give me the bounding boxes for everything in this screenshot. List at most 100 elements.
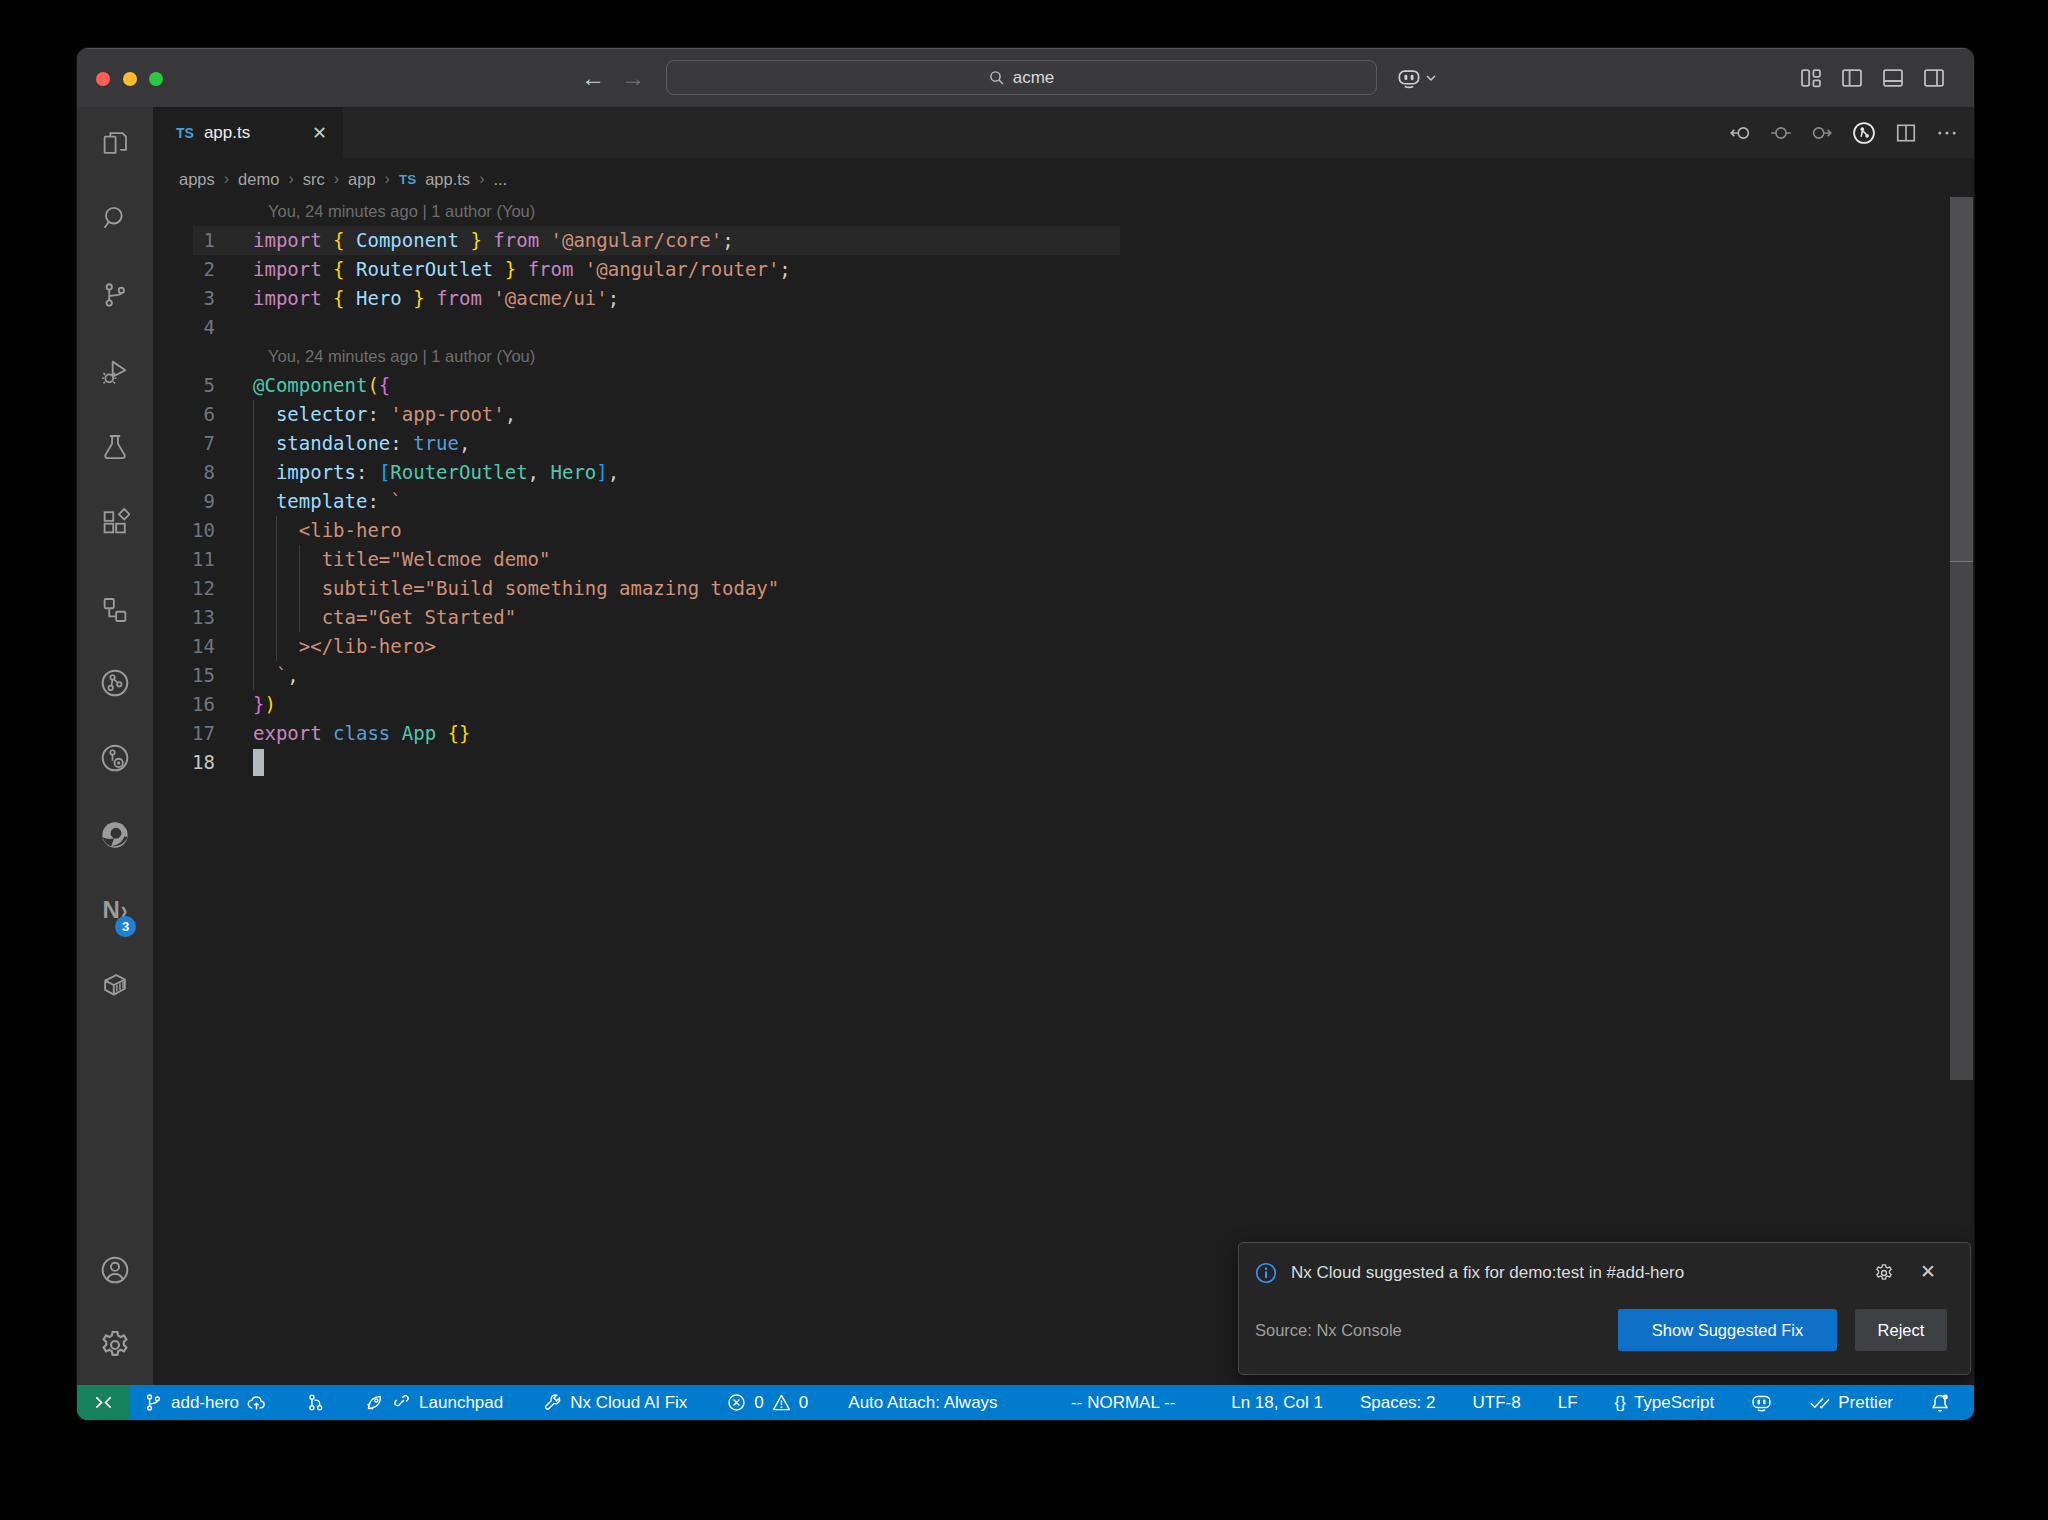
nx-run-icon[interactable] xyxy=(1852,121,1876,145)
auto-attach-status[interactable]: Auto Attach: Always xyxy=(848,1393,997,1413)
account-icon[interactable] xyxy=(77,1243,153,1297)
nx-console-icon[interactable] xyxy=(77,731,153,785)
breadcrumb-item[interactable]: app xyxy=(348,170,376,189)
breadcrumb-item[interactable]: src xyxy=(303,170,325,189)
extensions-icon[interactable] xyxy=(77,495,153,549)
notifications-bell[interactable] xyxy=(1930,1393,1950,1413)
notification-settings-icon[interactable] xyxy=(1874,1263,1894,1283)
scrollbar-thumb-lower[interactable] xyxy=(1950,562,1973,1080)
code-row: 4 xyxy=(153,313,1944,342)
nav-back-icon[interactable]: ← xyxy=(581,48,605,107)
prev-change-icon[interactable] xyxy=(1729,122,1751,144)
status-bar: add-hero Launchpad Nx Cloud AI Fix 0 0 xyxy=(77,1385,1974,1420)
blame-row: You, 24 minutes ago | 1 author (You) xyxy=(153,342,1944,371)
blame-row: You, 24 minutes ago | 1 author (You) xyxy=(153,197,1944,226)
copilot-status[interactable] xyxy=(1751,1393,1772,1412)
tab-label: app.ts xyxy=(204,123,302,143)
customize-layout-icon[interactable] xyxy=(1799,66,1823,90)
testing-icon[interactable] xyxy=(77,420,153,474)
editor-group: TS app.ts ✕ apps › demo › src xyxy=(153,107,1974,1385)
tab-close-icon[interactable]: ✕ xyxy=(312,122,327,144)
code-row: 14 ></lib-hero> xyxy=(153,632,1944,661)
code-row: 13 cta="Get Started" xyxy=(153,603,1944,632)
breadcrumb-file[interactable]: app.ts xyxy=(425,170,470,189)
breadcrumb-more[interactable]: ... xyxy=(493,170,507,189)
more-actions-icon[interactable] xyxy=(1936,122,1958,144)
language-status[interactable]: {}TypeScript xyxy=(1615,1393,1715,1413)
current-change-icon[interactable] xyxy=(1770,122,1792,144)
status-left: add-hero Launchpad Nx Cloud AI Fix 0 0 xyxy=(130,1385,998,1420)
code-row: 11 title="Welcmoe demo" xyxy=(153,545,1944,574)
copilot-icon xyxy=(1397,67,1421,89)
command-center-search[interactable]: acme xyxy=(666,60,1377,95)
nx-console-view-icon[interactable]: N› 3 xyxy=(77,883,153,937)
code-row: 10 <lib-hero xyxy=(153,516,1944,545)
code-row: 15 `, xyxy=(153,661,1944,690)
run-debug-icon[interactable] xyxy=(77,345,153,399)
nx-badge: 3 xyxy=(115,916,136,937)
next-change-icon[interactable] xyxy=(1811,122,1833,144)
double-check-icon xyxy=(1809,1393,1830,1412)
show-suggested-fix-button[interactable]: Show Suggested Fix xyxy=(1618,1309,1837,1351)
git-graph-status[interactable] xyxy=(306,1393,325,1412)
source-control-icon[interactable] xyxy=(77,268,153,322)
notification-message: Nx Cloud suggested a fix for demo:test i… xyxy=(1291,1259,1684,1287)
nx-cloud-fix-status[interactable]: Nx Cloud AI Fix xyxy=(543,1393,687,1413)
nx-graph-icon[interactable] xyxy=(77,656,153,710)
breadcrumb-item[interactable]: apps xyxy=(179,170,215,189)
scrollbar-thumb[interactable] xyxy=(1950,197,1973,561)
warnings-icon xyxy=(772,1393,791,1412)
nav-forward-icon[interactable]: → xyxy=(621,48,645,107)
code-area[interactable]: You, 24 minutes ago | 1 author (You)1imp… xyxy=(153,200,1974,1385)
toggle-secondary-sidebar-icon[interactable] xyxy=(1922,66,1946,90)
errors-icon xyxy=(727,1393,746,1412)
launchpad-status[interactable]: Launchpad xyxy=(365,1393,503,1413)
remote-indicator[interactable] xyxy=(77,1385,130,1420)
indentation-status[interactable]: Spaces: 2 xyxy=(1360,1393,1436,1413)
problems-status[interactable]: 0 0 xyxy=(727,1393,808,1413)
toggle-panel-icon[interactable] xyxy=(1881,66,1905,90)
wrench-icon xyxy=(543,1393,562,1412)
traffic-light-zoom[interactable] xyxy=(149,72,163,86)
activity-bar: N› 3 xyxy=(77,107,153,1385)
chevron-right-icon: › xyxy=(479,170,484,188)
reject-button[interactable]: Reject xyxy=(1855,1309,1947,1351)
code-row: 16}) xyxy=(153,690,1944,719)
breadcrumb-item[interactable]: demo xyxy=(238,170,279,189)
traffic-light-close[interactable] xyxy=(96,72,110,86)
chevron-right-icon: › xyxy=(334,170,339,188)
copilot-icon xyxy=(1751,1393,1772,1412)
traffic-light-minimize[interactable] xyxy=(123,72,137,86)
chevron-right-icon: › xyxy=(385,170,390,188)
cloud-upload-icon xyxy=(247,1393,266,1412)
edge-browser-icon[interactable] xyxy=(77,808,153,862)
project-structure-icon[interactable] xyxy=(77,583,153,637)
code-row: 8 imports: [RouterOutlet, Hero], xyxy=(153,458,1944,487)
vim-mode-status[interactable]: -- NORMAL -- xyxy=(1052,1393,1194,1413)
code-row: 18 xyxy=(153,748,1944,777)
cursor-position-status[interactable]: Ln 18, Col 1 xyxy=(1231,1393,1323,1413)
eol-status[interactable]: LF xyxy=(1558,1393,1578,1413)
tab-app-ts[interactable]: TS app.ts ✕ xyxy=(153,107,343,158)
search-view-icon[interactable] xyxy=(77,191,153,245)
vscode-window: ← → acme xyxy=(77,48,1974,1420)
split-editor-icon[interactable] xyxy=(1895,122,1917,144)
breadcrumb: apps › demo › src › app › TS app.ts › ..… xyxy=(153,158,1974,200)
encoding-status[interactable]: UTF-8 xyxy=(1473,1393,1521,1413)
containers-icon[interactable] xyxy=(77,958,153,1012)
prettier-status[interactable]: Prettier xyxy=(1809,1393,1893,1413)
code-row: 17export class App {} xyxy=(153,719,1944,748)
toggle-primary-sidebar-icon[interactable] xyxy=(1840,66,1864,90)
copilot-menu[interactable] xyxy=(1397,48,1437,107)
search-value: acme xyxy=(1013,68,1055,88)
main-area: N› 3 TS app.ts ✕ xyxy=(77,107,1974,1385)
settings-gear-icon[interactable] xyxy=(77,1318,153,1372)
editor-actions xyxy=(1729,107,1958,158)
chevron-right-icon: › xyxy=(224,170,229,188)
notification-close-icon[interactable]: ✕ xyxy=(1920,1260,1936,1283)
bell-icon xyxy=(1930,1393,1950,1413)
tab-bar: TS app.ts ✕ xyxy=(153,107,1974,158)
branch-status[interactable]: add-hero xyxy=(144,1393,266,1413)
explorer-icon[interactable] xyxy=(77,116,153,170)
search-icon xyxy=(989,70,1005,86)
